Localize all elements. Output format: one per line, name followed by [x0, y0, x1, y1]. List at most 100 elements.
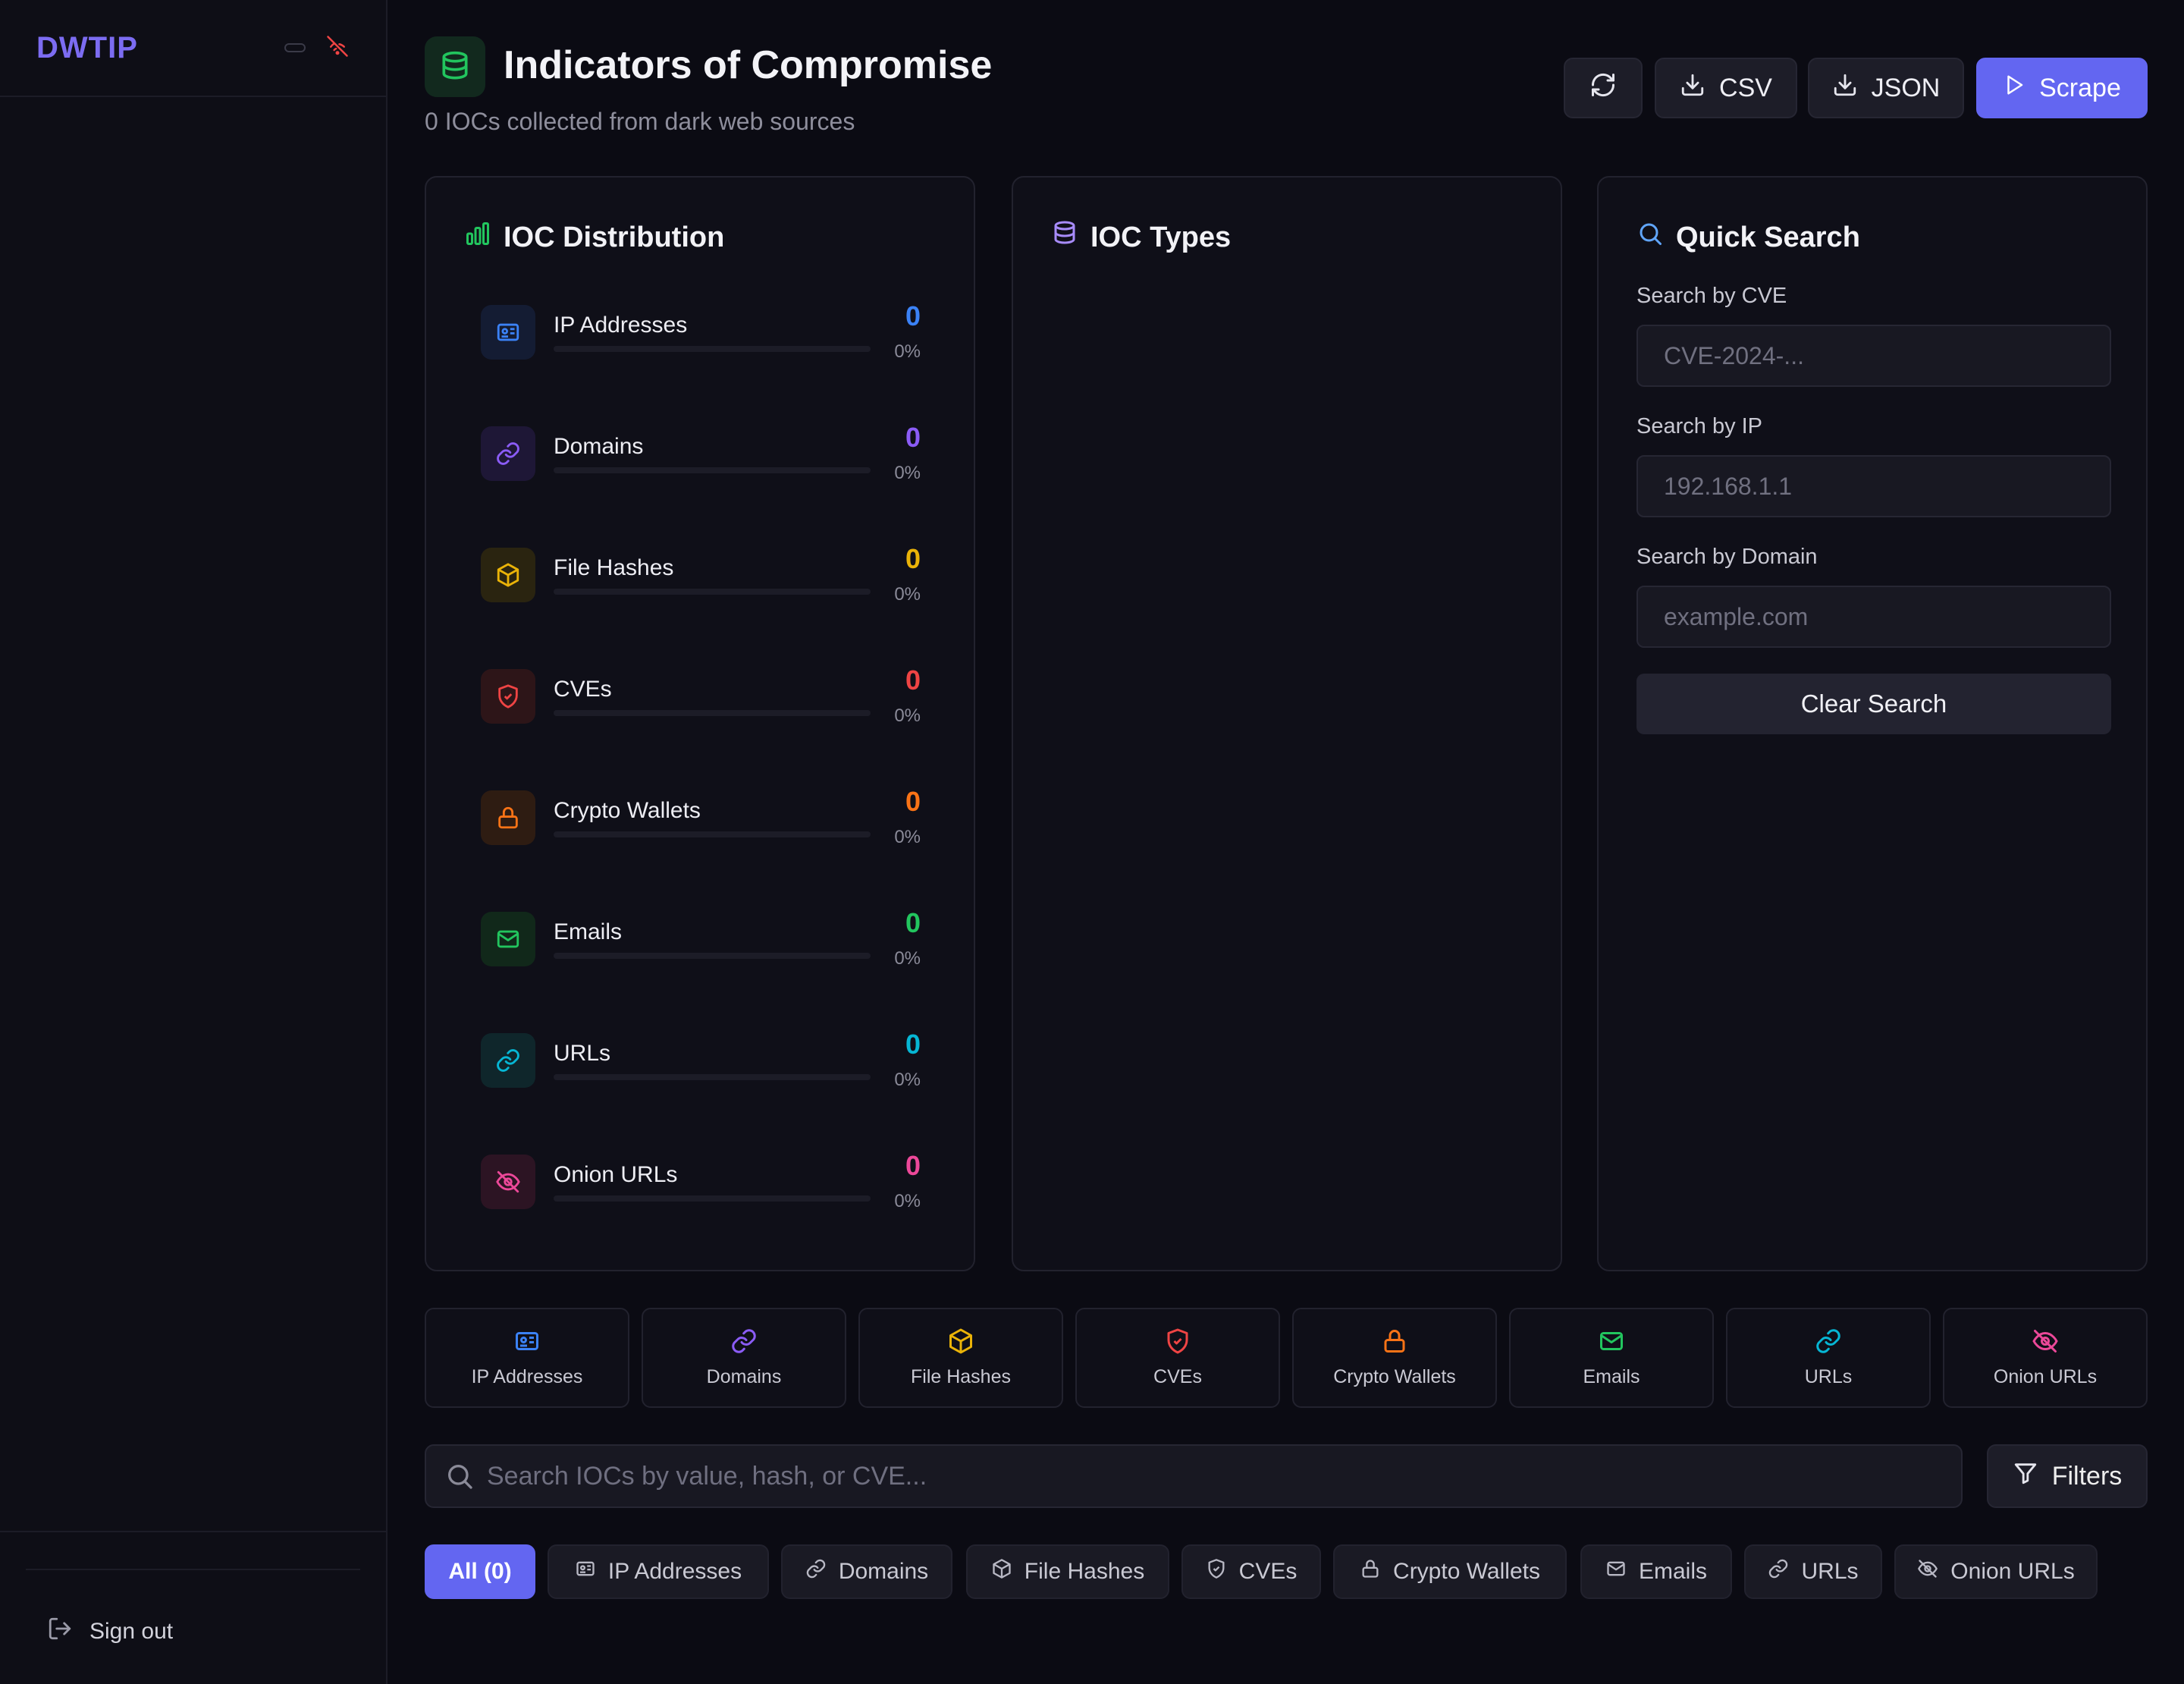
id-card-icon: [575, 1558, 596, 1585]
link-icon: [481, 1033, 535, 1088]
distribution-row-onion-urls: Onion URLs 0 0%: [481, 1150, 921, 1211]
bar-chart-icon: [464, 220, 491, 255]
chip-urls[interactable]: URLs: [1744, 1544, 1882, 1599]
tile-file-hashes[interactable]: File Hashes: [858, 1308, 1063, 1408]
chip-label: Crypto Wallets: [1393, 1559, 1540, 1584]
export-json-button[interactable]: JSON: [1808, 58, 1964, 118]
chip-domains[interactable]: Domains: [781, 1544, 952, 1599]
export-csv-button[interactable]: CSV: [1655, 58, 1797, 118]
link-icon: [805, 1558, 827, 1585]
link-icon: [481, 426, 535, 481]
app-logo[interactable]: DWTIP: [36, 31, 284, 65]
refresh-button[interactable]: [1564, 58, 1643, 118]
distribution-count: 0: [905, 664, 921, 696]
tile-ip-addresses[interactable]: IP Addresses: [425, 1308, 629, 1408]
tile-crypto-wallets[interactable]: Crypto Wallets: [1292, 1308, 1497, 1408]
tile-domains[interactable]: Domains: [642, 1308, 846, 1408]
ioc-search-input[interactable]: [487, 1446, 1943, 1506]
distribution-percent: 0%: [894, 584, 921, 605]
tile-label: URLs: [1804, 1366, 1853, 1387]
ip-search-input[interactable]: [1636, 455, 2111, 517]
id-card-icon: [513, 1327, 541, 1359]
search-icon: [444, 1461, 475, 1495]
tile-label: IP Addresses: [471, 1366, 583, 1387]
tile-label: File Hashes: [911, 1366, 1011, 1387]
chip-label: CVEs: [1238, 1559, 1298, 1584]
logout-icon: [47, 1616, 73, 1648]
chip-label: All (0): [448, 1559, 512, 1584]
lock-icon: [1360, 1558, 1381, 1585]
shield-icon: [1206, 1558, 1227, 1585]
chip-label: URLs: [1801, 1559, 1859, 1584]
chip-emails[interactable]: Emails: [1580, 1544, 1732, 1599]
cube-icon: [947, 1327, 974, 1359]
ioc-distribution-card: IOC Distribution IP Addresses 0 0% Domai…: [425, 176, 975, 1271]
ioc-types-card: IOC Types: [1012, 176, 1562, 1271]
chip-cves[interactable]: CVEs: [1181, 1544, 1321, 1599]
tile-label: Emails: [1583, 1366, 1640, 1387]
quick-search-title: Quick Search: [1676, 221, 1860, 253]
distribution-row-urls: URLs 0 0%: [481, 1029, 921, 1090]
tile-emails[interactable]: Emails: [1509, 1308, 1714, 1408]
distribution-percent: 0%: [894, 948, 921, 969]
chip-all[interactable]: All (0): [425, 1544, 535, 1599]
distribution-label: File Hashes: [554, 555, 674, 580]
distribution-count: 0: [905, 786, 921, 817]
chip-file-hashes[interactable]: File Hashes: [966, 1544, 1169, 1599]
distribution-row-cves: CVEs 0 0%: [481, 664, 921, 726]
filters-label: Filters: [2051, 1461, 2123, 1491]
eye-off-icon: [481, 1155, 535, 1209]
cve-search-label: Search by CVE: [1636, 284, 1787, 308]
eye-off-icon: [2032, 1327, 2059, 1359]
chip-label: Emails: [1638, 1559, 1707, 1584]
ioc-search-bar: [425, 1444, 1963, 1508]
filters-button[interactable]: Filters: [1987, 1444, 2148, 1508]
link-icon: [1815, 1327, 1842, 1359]
distribution-count: 0: [905, 1029, 921, 1060]
cve-search-input[interactable]: [1636, 325, 2111, 387]
chip-label: IP Addresses: [607, 1559, 742, 1584]
sign-out-button[interactable]: Sign out: [47, 1616, 173, 1648]
eye-off-icon: [1917, 1558, 1938, 1585]
distribution-bar: [554, 831, 871, 837]
chip-onion-urls[interactable]: Onion URLs: [1894, 1544, 2098, 1599]
json-label: JSON: [1871, 73, 1941, 102]
distribution-bar: [554, 589, 871, 595]
domain-search-input[interactable]: [1636, 586, 2111, 648]
chip-label: File Hashes: [1024, 1559, 1145, 1584]
mail-icon: [1598, 1327, 1625, 1359]
status-indicator: [284, 43, 306, 52]
card-title: Quick Search: [1636, 220, 1860, 255]
card-title: IOC Types: [1051, 220, 1231, 255]
distribution-label: IP Addresses: [554, 313, 688, 338]
tile-label: Onion URLs: [1993, 1366, 2098, 1387]
distribution-row-crypto-wallets: Crypto Wallets 0 0%: [481, 786, 921, 847]
sidebar: DWTIP Sign out: [0, 0, 388, 1684]
distribution-label: CVEs: [554, 677, 612, 702]
mail-icon: [1605, 1558, 1627, 1585]
link-icon: [730, 1327, 758, 1359]
distribution-percent: 0%: [894, 827, 921, 847]
chip-crypto-wallets[interactable]: Crypto Wallets: [1333, 1544, 1567, 1599]
tile-cves[interactable]: CVEs: [1075, 1308, 1280, 1408]
tile-onion-urls[interactable]: Onion URLs: [1943, 1308, 2148, 1408]
tile-urls[interactable]: URLs: [1726, 1308, 1931, 1408]
csv-label: CSV: [1719, 73, 1772, 102]
distribution-bar: [554, 346, 871, 352]
distribution-percent: 0%: [894, 1070, 921, 1090]
cube-icon: [991, 1558, 1012, 1585]
chip-ip-addresses[interactable]: IP Addresses: [548, 1544, 769, 1599]
chip-label: Domains: [838, 1559, 929, 1584]
clear-search-button[interactable]: Clear Search: [1636, 674, 2111, 734]
lock-icon: [481, 790, 535, 845]
sidebar-footer: Sign out: [0, 1531, 386, 1684]
distribution-percent: 0%: [894, 463, 921, 483]
scrape-button[interactable]: Scrape: [1976, 58, 2148, 118]
distribution-bar: [554, 710, 871, 716]
distribution-count: 0: [905, 300, 921, 331]
distribution-row-file-hashes: File Hashes 0 0%: [481, 543, 921, 605]
tile-label: Crypto Wallets: [1333, 1366, 1456, 1387]
sign-out-label: Sign out: [89, 1619, 174, 1644]
download-icon: [1832, 72, 1858, 105]
page-title: Indicators of Compromise: [504, 43, 993, 87]
